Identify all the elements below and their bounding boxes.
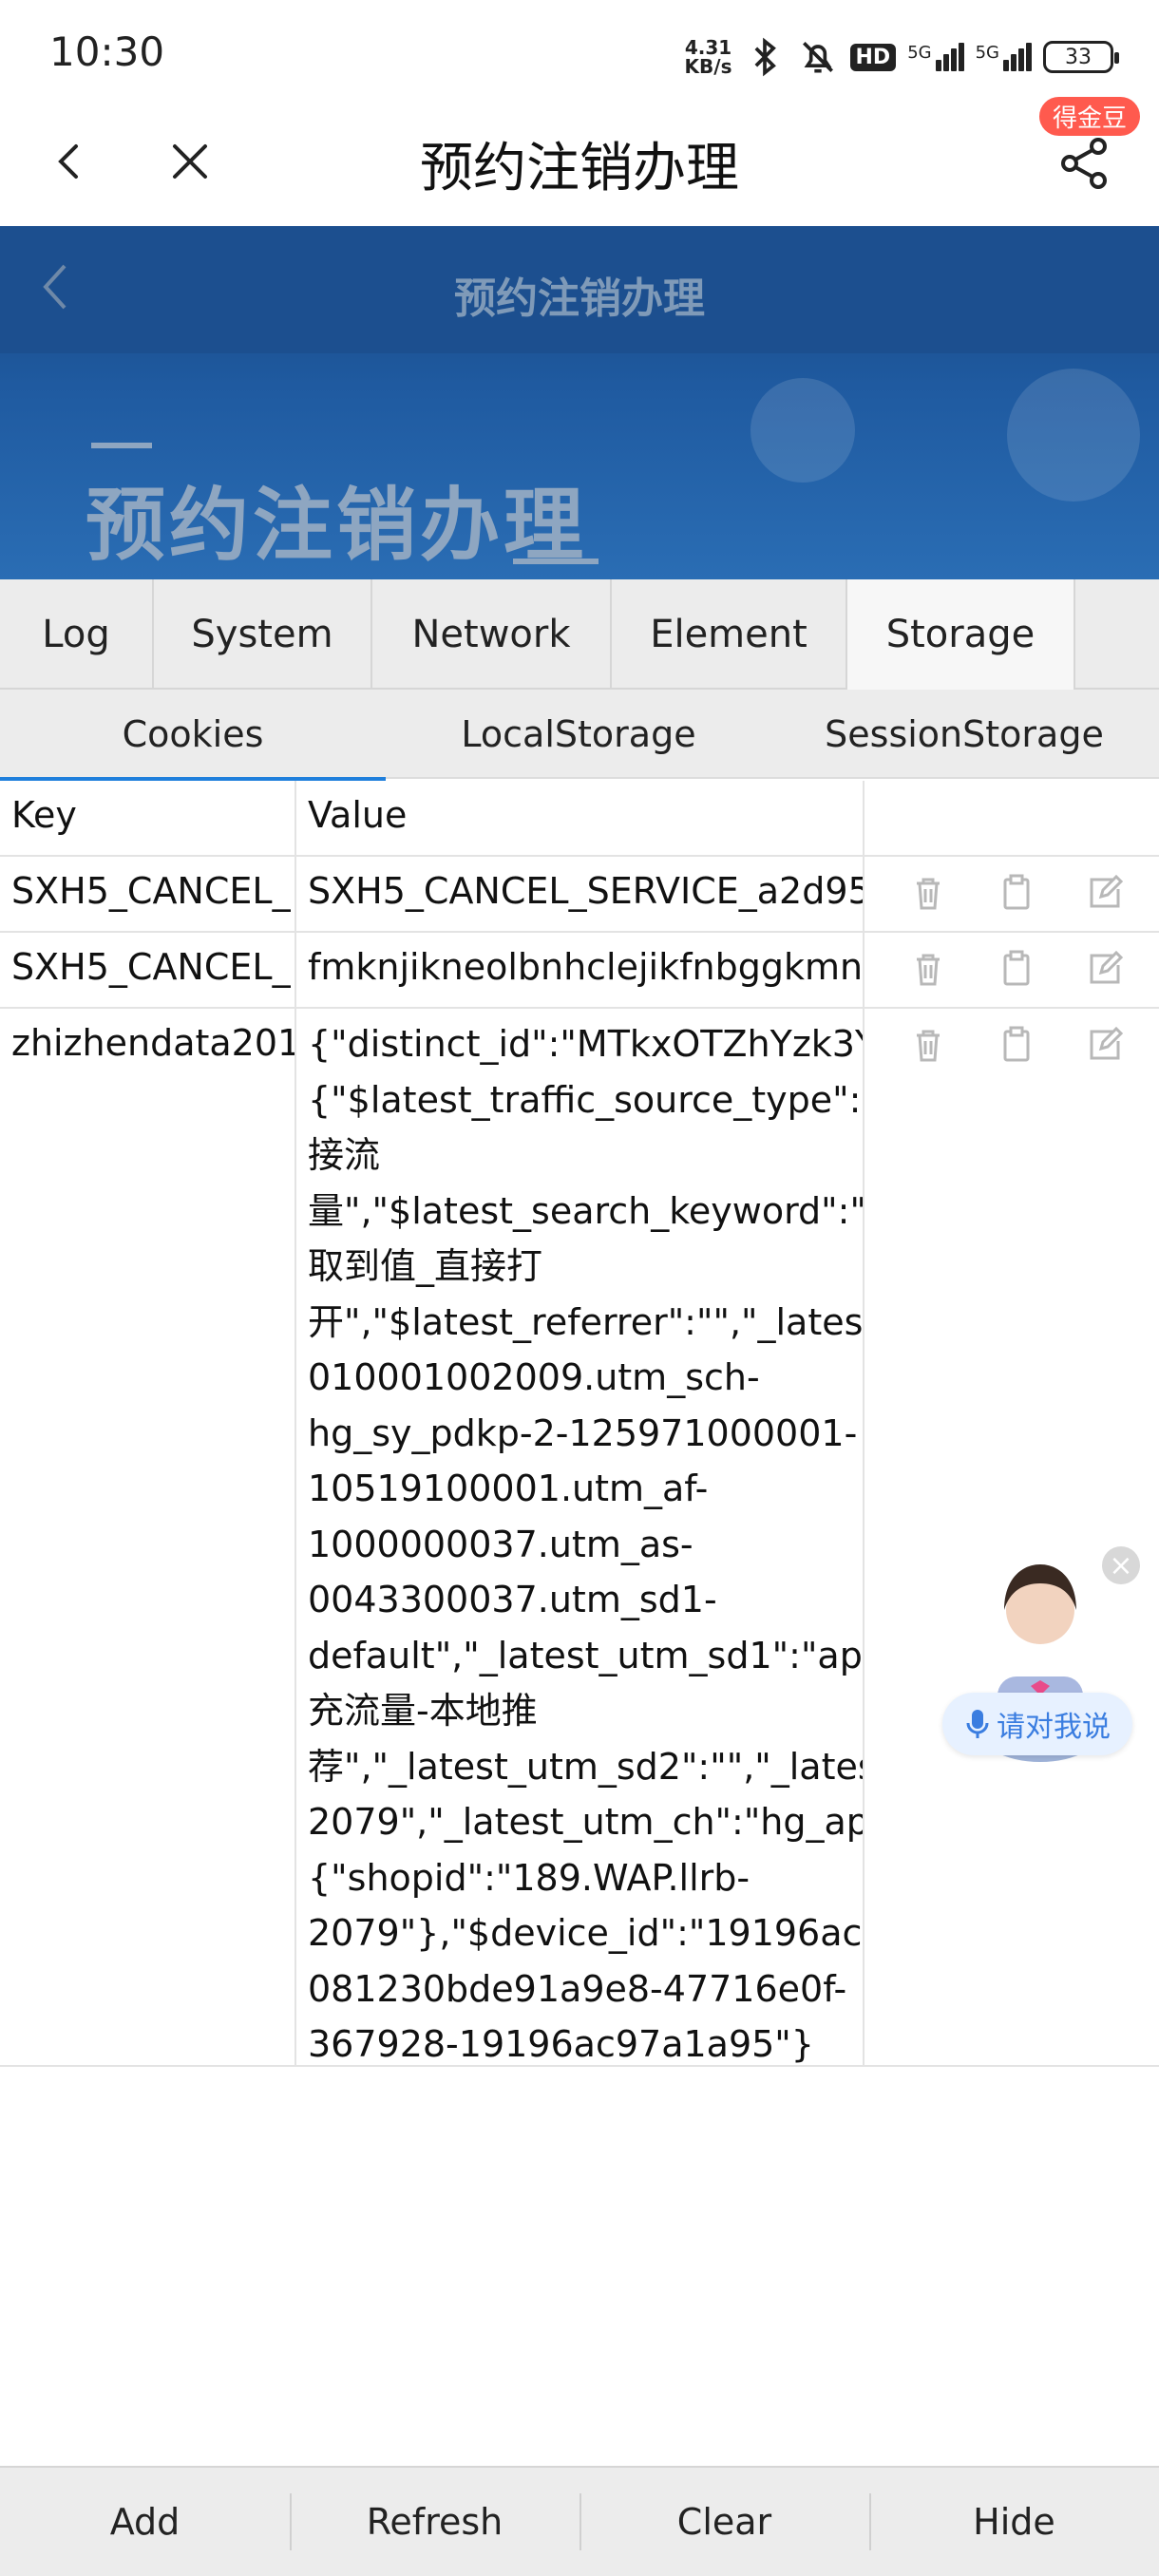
cookie-value-line: 充流量-本地推 [308,1690,538,1732]
delete-icon[interactable] [907,872,949,914]
status-bar: 10:30 4.31 KB/s HD 5G 5G 33 [0,0,1159,104]
cookie-value-line: 10519100001.utm_af- [308,1468,709,1509]
cookie-key: zhizhendata2015 [0,1009,296,2065]
cookie-value-line: {"distinct_id":"MTkxOTZhYzk3YT [308,1023,864,1065]
cookie-value-line: 取到值_直接打 [308,1245,543,1287]
refresh-button[interactable]: Refresh [290,2467,580,2576]
assistant-voice-button[interactable]: 请对我说 [942,1693,1132,1755]
cookie-value-line: 接流 [308,1134,381,1176]
status-time: 10:30 [49,28,165,75]
cookie-value-line: 367928-19196ac97a1a95"} [308,2023,814,2065]
assistant-close-icon[interactable]: × [1102,1546,1140,1584]
banner-hero-text: 预约注销办理 [86,479,588,572]
devtools-tabs: Log System Network Element Storage [0,579,1159,690]
table-row: zhizhendata2015 {"distinct_id":"MTkxOTZh… [0,1009,1159,2067]
battery-icon: 33 [1043,41,1119,73]
signal-1-icon: 5G [907,43,964,71]
storage-subtabs: Cookies LocalStorage SessionStorage [0,690,1159,781]
subtab-localstorage[interactable]: LocalStorage [386,690,771,779]
copy-icon[interactable] [996,948,1037,990]
delete-icon[interactable] [907,1024,949,1066]
actions-column-header [864,781,1159,855]
add-button[interactable]: Add [0,2467,290,2576]
cookie-key: SXH5_CANCEL_ [0,857,296,931]
table-row: SXH5_CANCEL_ fmknjikneolbnhclejikfnbggkm… [0,933,1159,1009]
clear-button[interactable]: Clear [580,2467,869,2576]
cookie-value-line: 量","$latest_search_keyword":"未 [308,1189,864,1232]
cookie-value-line: {"$latest_traffic_source_type":"直 [308,1078,864,1121]
row-actions [864,857,1159,931]
cookie-value-line: 081230bde91a9e8-47716e0f- [308,1967,847,2010]
devtools-bottom-bar: Add Refresh Clear Hide [0,2466,1159,2576]
row-actions [864,933,1159,1007]
status-icons: 4.31 KB/s HD 5G 5G 33 [685,30,1119,84]
cookie-value-line: 010001002009.utm_sch- [308,1356,760,1398]
banner-decor-line [91,443,152,448]
cookie-key: SXH5_CANCEL_ [0,933,296,1007]
cookie-value-line: {"shopid":"189.WAP.llrb- [308,1856,750,1899]
cookie-value-line: 2079","_latest_utm_ch":"hg_app [308,1801,864,1843]
key-column-header: Key [0,781,296,855]
cookie-value-line: 1000000037.utm_as- [308,1523,694,1565]
hd-badge: HD [849,43,897,71]
reward-badge[interactable]: 得金豆 [1038,97,1140,136]
edit-icon[interactable] [1084,872,1126,914]
cookie-value: SXH5_CANCEL_SERVICE_a2d95 [296,857,864,931]
cookie-value-line: 荐","_latest_utm_sd2":"","_latest_ [308,1745,864,1788]
tab-network[interactable]: Network [372,579,612,690]
hide-button[interactable]: Hide [869,2467,1159,2576]
cookie-value: {"distinct_id":"MTkxOTZhYzk3YT {"$latest… [296,1009,864,2065]
edit-icon[interactable] [1084,948,1126,990]
assistant-button-label: 请对我说 [997,1711,1111,1744]
table-row: SXH5_CANCEL_ SXH5_CANCEL_SERVICE_a2d95 [0,857,1159,933]
bluetooth-icon [754,37,776,77]
cookie-value-line: 开","$latest_referrer":"","_latest_ [308,1300,864,1343]
banner-page-title: 预约注销办理 [454,275,705,323]
cookies-table: Key Value SXH5_CANCEL_ SXH5_CANCEL_SERVI… [0,781,1159,2067]
bell-muted-icon [802,42,833,73]
circle-decoration [1007,369,1140,502]
row-actions [864,1009,1159,2065]
tab-system[interactable]: System [154,579,372,690]
copy-icon[interactable] [996,872,1037,914]
edit-icon[interactable] [1084,1024,1126,1066]
subtab-cookies[interactable]: Cookies [0,690,386,781]
network-speed-value: 4.31 [684,36,732,59]
microphone-icon [966,1710,989,1738]
cookie-value-line: 2079"},"$device_id":"19196ac97a [308,1912,863,1954]
tab-storage[interactable]: Storage [847,579,1075,690]
cookie-value: fmknjikneolbnhclejikfnbggkmnc [296,933,864,1007]
page-title: 预约注销办理 [420,138,739,199]
network-speed-unit: KB/s [684,55,732,78]
title-bar: 预约注销办理 得金豆 [0,97,1159,226]
tab-element[interactable]: Element [612,579,847,690]
delete-icon[interactable] [907,948,949,990]
subtab-sessionstorage[interactable]: SessionStorage [771,690,1157,779]
banner-decor-line [513,559,598,564]
tab-log[interactable]: Log [0,579,154,690]
network-speed: 4.31 KB/s [685,38,732,76]
cookie-value-line: hg_sy_pdkp-2-125971000001- [308,1411,858,1454]
table-header-row: Key Value [0,781,1159,857]
share-icon[interactable] [1054,133,1115,194]
signal-2-icon: 5G [976,43,1032,71]
clock-decoration [750,378,855,483]
copy-icon[interactable] [996,1024,1037,1066]
cookie-value-line: default","_latest_utm_sd1":"app- [308,1634,864,1676]
page-banner: 预约注销办理 预约注销办理 [0,226,1159,579]
cookie-value-line: 0043300037.utm_sd1- [308,1579,717,1620]
value-column-header: Value [296,781,864,855]
